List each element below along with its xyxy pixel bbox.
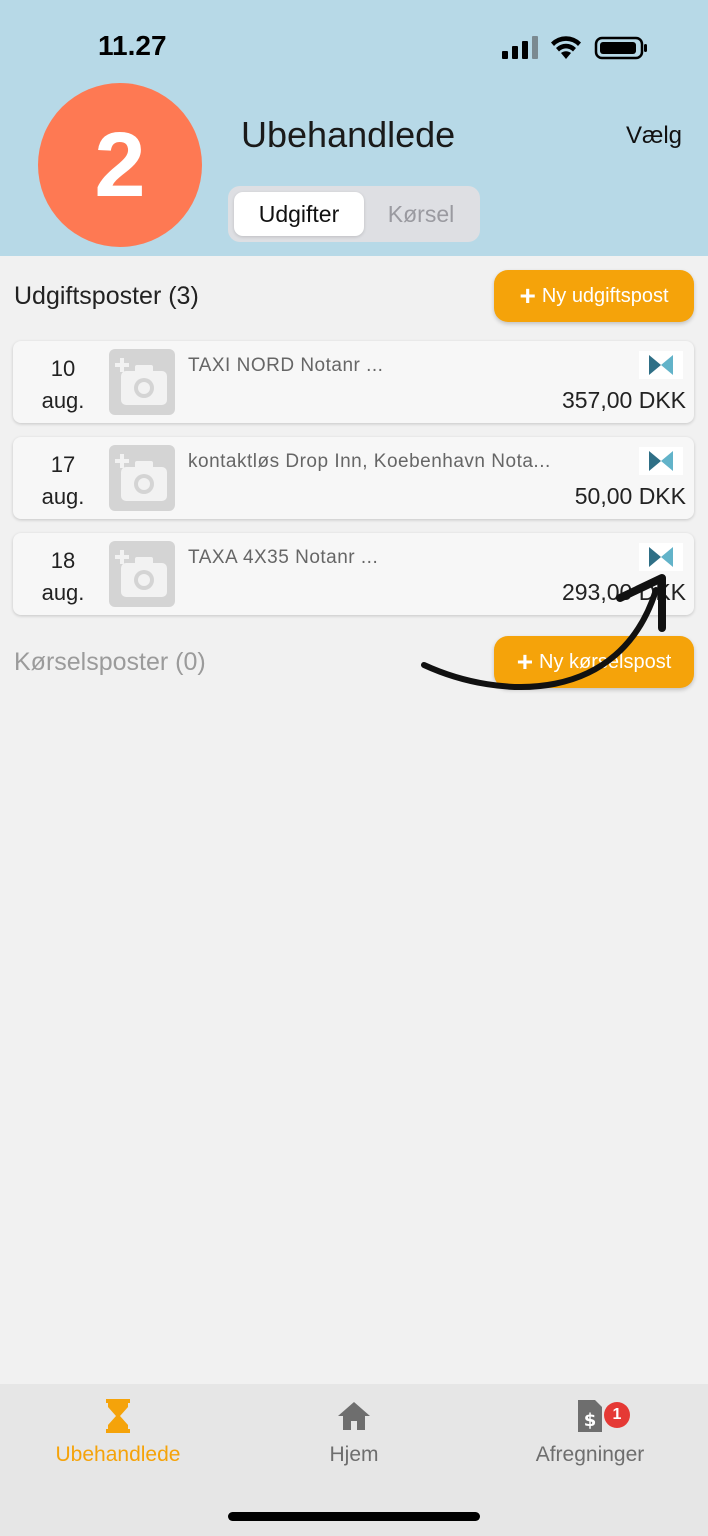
expense-description: TAXA 4X35 Notanr ... — [188, 547, 379, 568]
segmented-control: Udgifter Kørsel — [228, 186, 480, 242]
segment-expenses[interactable]: Udgifter — [234, 192, 364, 236]
plus-icon: + — [519, 280, 536, 311]
expense-month: aug. — [41, 580, 85, 605]
merchant-logo-icon — [639, 351, 683, 379]
tab-settlements-label: Afregninger — [535, 1443, 645, 1466]
tab-home-label: Hjem — [329, 1443, 379, 1466]
expenses-section-title: Udgiftsposter (3) — [14, 282, 199, 310]
select-button[interactable]: Vælg — [626, 122, 682, 150]
status-time: 11.27 — [98, 30, 167, 61]
page-title: Ubehandlede — [241, 114, 456, 155]
expense-month: aug. — [41, 484, 85, 509]
expense-date: 10 aug. — [13, 353, 113, 417]
add-expense-label: Ny udgiftspost — [541, 284, 669, 307]
expense-amount: 50,00 DKK — [574, 483, 686, 509]
expense-date: 18 aug. — [13, 545, 113, 609]
segment-mileage[interactable]: Kørsel — [368, 192, 474, 236]
add-photo-icon[interactable] — [109, 541, 175, 607]
expense-date: 17 aug. — [13, 449, 113, 513]
tab-home[interactable]: Hjem — [254, 1398, 454, 1467]
step-number-badge: 2 — [38, 83, 202, 247]
header: 11.27 2 Ubehandlede Vælg Udgifter Kørsel — [0, 0, 708, 256]
receipt-dollar-icon: $ — [578, 1400, 602, 1432]
tab-settlements[interactable]: $ 1 Afregninger — [490, 1398, 690, 1467]
expense-day: 18 — [50, 548, 76, 573]
svg-text:$: $ — [584, 1410, 597, 1431]
expense-item[interactable]: 10 aug. TAXI NORD Notanr ... 357,00 DKK — [13, 341, 694, 423]
add-photo-icon[interactable] — [109, 445, 175, 511]
hourglass-icon — [106, 1399, 130, 1433]
expense-item[interactable]: 17 aug. kontaktløs Drop Inn, Koebenhavn … — [13, 437, 694, 519]
expense-description: kontaktløs Drop Inn, Koebenhavn Nota... — [188, 451, 551, 472]
add-expense-button[interactable]: + Ny udgiftspost — [494, 270, 694, 322]
expense-day: 17 — [50, 452, 76, 477]
expense-day: 10 — [50, 356, 76, 381]
tab-unprocessed[interactable]: Ubehandlede — [18, 1398, 218, 1467]
add-mileage-label: Ny kørselspost — [539, 650, 672, 673]
expense-description: TAXI NORD Notanr ... — [188, 355, 384, 376]
tab-unprocessed-label: Ubehandlede — [55, 1443, 181, 1466]
home-icon — [338, 1402, 370, 1430]
plus-icon: + — [516, 646, 534, 677]
mileage-section-title: Kørselsposter (0) — [14, 648, 206, 676]
merchant-logo-icon — [639, 543, 683, 571]
expense-item[interactable]: 18 aug. TAXA 4X35 Notanr ... 293,00 DKK — [13, 533, 694, 615]
cellular-signal-icon — [502, 36, 538, 59]
add-photo-icon[interactable] — [109, 349, 175, 415]
battery-icon — [594, 36, 647, 60]
merchant-logo-icon — [639, 447, 683, 475]
expense-month: aug. — [41, 388, 85, 413]
notification-badge: 1 — [604, 1402, 630, 1428]
add-mileage-button[interactable]: + Ny kørselspost — [494, 636, 694, 688]
status-icons — [502, 36, 647, 60]
home-indicator — [228, 1512, 480, 1521]
expense-amount: 357,00 DKK — [561, 387, 686, 413]
wifi-icon — [551, 36, 581, 59]
expense-amount: 293,00 DKK — [561, 579, 686, 605]
